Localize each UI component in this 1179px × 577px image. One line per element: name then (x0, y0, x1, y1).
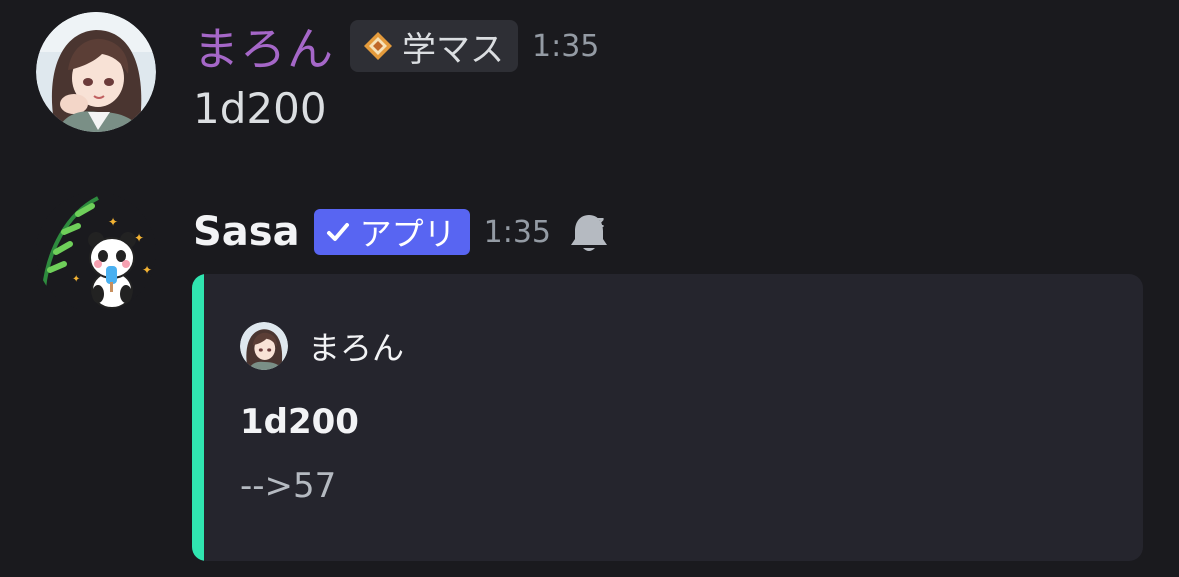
username[interactable]: Sasa (193, 209, 300, 255)
timestamp[interactable]: 1:35 (532, 29, 599, 64)
username[interactable]: まろん (193, 13, 334, 79)
server-tag-label: 学マス (402, 29, 504, 70)
embed-description: -->57 (240, 466, 337, 506)
message-header: Sasa アプリ 1:35 z (193, 206, 613, 258)
user-avatar-maron[interactable] (36, 12, 156, 132)
bell-snooze-icon[interactable]: z (569, 209, 613, 255)
bot-avatar-sasa[interactable]: ✦ ✦ ✦ ✦ (36, 192, 156, 312)
embed-author-avatar[interactable] (240, 322, 288, 370)
message-content: 1d200 (193, 84, 327, 133)
server-tag[interactable]: 学マス (350, 20, 518, 72)
app-badge: アプリ (313, 209, 470, 255)
embed-author-name[interactable]: まろん (308, 323, 404, 369)
anime-girl-avatar-icon (36, 12, 156, 132)
svg-text:✦: ✦ (108, 215, 118, 229)
embed-author: まろん (240, 322, 404, 370)
message-header: まろん 学マス 1:35 (193, 16, 599, 76)
dice-result-embed: まろん 1d200 -->57 (192, 274, 1143, 561)
app-badge-label: アプリ (359, 215, 456, 253)
panda-bamboo-avatar-icon: ✦ ✦ ✦ ✦ (36, 192, 156, 312)
svg-text:✦: ✦ (72, 274, 80, 285)
svg-text:z: z (595, 212, 604, 231)
timestamp[interactable]: 1:35 (484, 215, 551, 250)
anime-girl-avatar-icon (240, 322, 288, 370)
diamond-tag-icon (364, 32, 392, 60)
embed-title: 1d200 (240, 402, 359, 442)
svg-text:✦: ✦ (142, 263, 152, 277)
verified-check-icon (326, 223, 349, 241)
embed-accent-bar (192, 274, 204, 561)
